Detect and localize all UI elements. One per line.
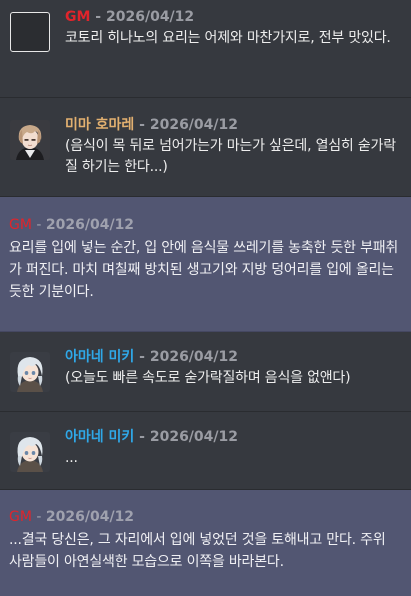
header-separator: - (90, 9, 106, 25)
narration-message: GM - 2026/04/12 ...결국 당신은, 그 자리에서 입에 넣었던… (0, 490, 411, 596)
author-name[interactable]: 아마네 미키 (65, 349, 134, 365)
timestamp: 2026/04/12 (45, 217, 135, 233)
message-header: 미마 호마레 - 2026/04/12 (65, 117, 401, 134)
timestamp: 2026/04/12 (149, 117, 238, 133)
author-name[interactable]: 아마네 미키 (65, 429, 134, 445)
message-header: 아마네 미키 - 2026/04/12 (65, 429, 401, 446)
author-name[interactable]: 미마 호마레 (65, 117, 134, 133)
header-separator: - (134, 117, 150, 133)
header-separator: - (31, 217, 46, 233)
message-text: ...결국 당신은, 그 자리에서 입에 넣었던 것을 토해내고 만다. 주위 … (9, 532, 386, 570)
chat-message: 미마 호마레 - 2026/04/12 (음식이 목 뒤로 넘어가는가 마는가 … (0, 98, 411, 197)
brown-hair-avatar-icon[interactable] (10, 120, 50, 160)
message-header: GM - 2026/04/12 (9, 217, 401, 234)
message-text: (오늘도 빠른 속도로 숟가락질하며 음식을 없앤다) (65, 370, 351, 386)
header-separator: - (31, 509, 46, 525)
chat-message: GM - 2026/04/12 코토리 히나노의 요리는 어제와 마찬가지로, … (0, 0, 411, 98)
message-text: 코토리 히나노의 요리는 어제와 마찬가지로, 전부 맛있다. (65, 30, 391, 46)
narration-message: GM - 2026/04/12 요리를 입에 넣는 순간, 입 안에 음식물 쓰… (0, 197, 411, 332)
empty-avatar-icon[interactable] (10, 12, 50, 52)
timestamp: 2026/04/12 (149, 349, 238, 365)
message-text: 요리를 입에 넣는 순간, 입 안에 음식물 쓰레기를 농축한 듯한 부패취가 … (9, 240, 399, 300)
white-hair-avatar-icon[interactable] (10, 432, 50, 472)
message-text: ... (65, 450, 78, 466)
message-header: GM - 2026/04/12 (65, 9, 401, 26)
timestamp: 2026/04/12 (106, 9, 195, 25)
author-name[interactable]: GM (65, 9, 90, 25)
white-hair-avatar-icon[interactable] (10, 352, 50, 392)
chat-message: 아마네 미키 - 2026/04/12 ... (0, 412, 411, 490)
header-separator: - (134, 429, 150, 445)
author-name[interactable]: GM (9, 509, 32, 525)
header-separator: - (134, 349, 150, 365)
message-header: 아마네 미키 - 2026/04/12 (65, 349, 401, 366)
timestamp: 2026/04/12 (45, 509, 135, 525)
message-header: GM - 2026/04/12 (9, 509, 401, 526)
chat-message: 아마네 미키 - 2026/04/12 (오늘도 빠른 속도로 숟가락질하며 음… (0, 332, 411, 412)
timestamp: 2026/04/12 (149, 429, 238, 445)
chat-log: GM - 2026/04/12 코토리 히나노의 요리는 어제와 마찬가지로, … (0, 0, 411, 596)
message-text: (음식이 목 뒤로 넘어가는가 마는가 싶은데, 열심히 숟가락질 하기는 한다… (65, 138, 396, 175)
author-name[interactable]: GM (9, 217, 32, 233)
